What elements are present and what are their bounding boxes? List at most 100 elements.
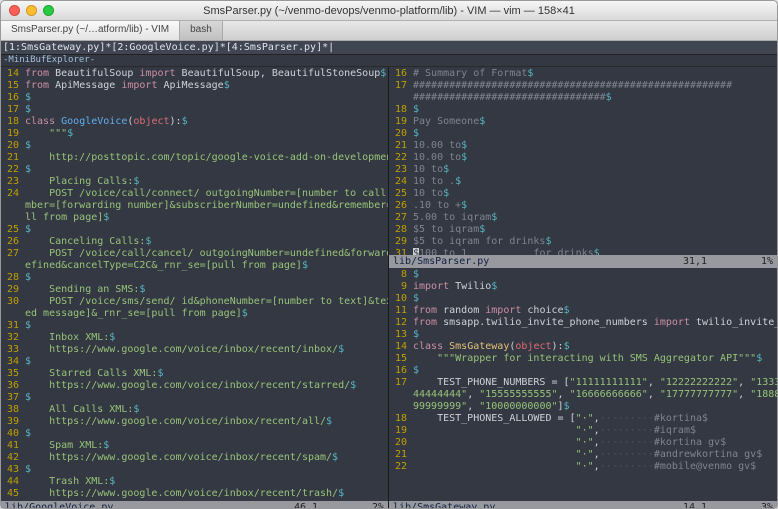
code-line: 32 Inbox XML:$ bbox=[1, 332, 388, 344]
code-line: 35 Starred Calls XML:$ bbox=[1, 368, 388, 380]
code-line: 44444444", "15555555555", "16666666666",… bbox=[389, 389, 777, 401]
line-number: 32 bbox=[1, 332, 25, 344]
pane-right: 16# Summary of Format$17################… bbox=[389, 67, 777, 508]
line-text: """$ bbox=[25, 128, 388, 140]
line-number: 19 bbox=[389, 425, 413, 437]
code-line: 29 Sending an SMS:$ bbox=[1, 284, 388, 296]
tab-bash[interactable]: bash bbox=[180, 21, 223, 40]
code-line: 20 "·",·········#kortina gv$ bbox=[389, 437, 777, 449]
line-text: POST /voice/call/cancel/ outgoingNumber=… bbox=[25, 248, 388, 260]
line-number: 26 bbox=[1, 236, 25, 248]
code-line: 17$ bbox=[1, 104, 388, 116]
code-line: 28$ bbox=[1, 272, 388, 284]
code-line: 15from ApiMessage import ApiMessage$ bbox=[1, 80, 388, 92]
line-number: 39 bbox=[1, 416, 25, 428]
line-text: All Calls XML:$ bbox=[25, 404, 388, 416]
code-line: 21 http://posttopic.com/topic/google-voi… bbox=[1, 152, 388, 164]
minimize-icon[interactable] bbox=[26, 5, 37, 16]
line-number: 11 bbox=[389, 305, 413, 317]
zoom-icon[interactable] bbox=[43, 5, 54, 16]
code-googlevoice[interactable]: 14from BeautifulSoup import BeautifulSou… bbox=[1, 67, 388, 501]
code-line: 36 https://www.google.com/voice/inbox/re… bbox=[1, 380, 388, 392]
line-number: 13 bbox=[389, 329, 413, 341]
code-line: 44 Trash XML:$ bbox=[1, 476, 388, 488]
line-number: 38 bbox=[1, 404, 25, 416]
status-file: lib/GoogleVoice.py bbox=[5, 502, 294, 508]
line-text: 10 to$ bbox=[413, 188, 777, 200]
titlebar[interactable]: SmsParser.py (~/venmo-devops/venmo-platf… bbox=[1, 1, 777, 21]
line-text: $ bbox=[413, 269, 777, 281]
line-text: "·",·········#iqram$ bbox=[413, 425, 777, 437]
status-pos: 46,1 bbox=[294, 502, 354, 508]
traffic-lights bbox=[9, 5, 54, 16]
code-line: 21 "·",·········#andrewkortina gv$ bbox=[389, 449, 777, 461]
code-smsparser[interactable]: 16# Summary of Format$17################… bbox=[389, 67, 777, 255]
terminal-content[interactable]: [1:SmsGateway.py]*[2:GoogleVoice.py]*[4:… bbox=[1, 41, 777, 508]
buffer-list: [1:SmsGateway.py]*[2:GoogleVoice.py]*[4:… bbox=[1, 41, 777, 55]
line-text: ll from page]$ bbox=[25, 212, 388, 224]
tab-vim[interactable]: SmsParser.py (~/…atform/lib) - VIM bbox=[1, 21, 180, 40]
line-number: 17 bbox=[389, 377, 413, 389]
line-text: $ bbox=[25, 140, 388, 152]
line-text: from ApiMessage import ApiMessage$ bbox=[25, 80, 388, 92]
line-text: "·",·········#mobile@venmo gv$ bbox=[413, 461, 777, 473]
line-text: $ bbox=[25, 224, 388, 236]
line-text: .10 to +$ bbox=[413, 200, 777, 212]
line-text: http://posttopic.com/topic/google-voice-… bbox=[25, 152, 388, 164]
line-text: 10 to .$ bbox=[413, 176, 777, 188]
line-text: Trash XML:$ bbox=[25, 476, 388, 488]
line-number: 15 bbox=[1, 80, 25, 92]
line-text: $ bbox=[25, 104, 388, 116]
line-number: 27 bbox=[1, 248, 25, 260]
code-line: 33 https://www.google.com/voice/inbox/re… bbox=[1, 344, 388, 356]
line-text: https://www.google.com/voice/inbox/recen… bbox=[25, 452, 388, 464]
code-line: 30 POST /voice/sms/send/ id&phoneNumber=… bbox=[1, 296, 388, 308]
code-line: 18 TEST_PHONES_ALLOWED = ["·",·········#… bbox=[389, 413, 777, 425]
line-number: 25 bbox=[389, 188, 413, 200]
line-text: TEST_PHONES_ALLOWED = ["·",·········#kor… bbox=[413, 413, 777, 425]
code-line: 2110.00 to$ bbox=[389, 140, 777, 152]
line-number: 16 bbox=[389, 365, 413, 377]
line-number: 19 bbox=[1, 128, 25, 140]
code-line: 16$ bbox=[389, 365, 777, 377]
line-number: 21 bbox=[1, 152, 25, 164]
code-line: 19 "·",·········#iqram$ bbox=[389, 425, 777, 437]
line-number: 20 bbox=[389, 128, 413, 140]
line-text: import Twilio$ bbox=[413, 281, 777, 293]
line-text: efined&cancelType=C2C&_rnr_se=[pull from… bbox=[25, 260, 388, 272]
line-number bbox=[1, 308, 25, 320]
pane-left[interactable]: 14from BeautifulSoup import BeautifulSou… bbox=[1, 67, 389, 508]
code-line: 11from random import choice$ bbox=[389, 305, 777, 317]
line-number: 44 bbox=[1, 476, 25, 488]
code-line: 17 TEST_PHONE_NUMBERS = ["11111111111", … bbox=[389, 377, 777, 389]
line-number: 16 bbox=[389, 68, 413, 80]
line-text: 99999999", "10000000000"]$ bbox=[413, 401, 777, 413]
line-text: ################################$ bbox=[413, 92, 777, 104]
line-number bbox=[389, 92, 413, 104]
line-text: $ bbox=[25, 356, 388, 368]
status-pct: 3% bbox=[743, 502, 773, 508]
code-line: 23 Placing Calls:$ bbox=[1, 176, 388, 188]
code-line: 14class SmsGateway(object):$ bbox=[389, 341, 777, 353]
code-line: 14from BeautifulSoup import BeautifulSou… bbox=[1, 68, 388, 80]
terminal-window: SmsParser.py (~/venmo-devops/venmo-platf… bbox=[0, 0, 778, 509]
line-text: Canceling Calls:$ bbox=[25, 236, 388, 248]
line-text: from random import choice$ bbox=[413, 305, 777, 317]
code-line: 13$ bbox=[389, 329, 777, 341]
code-line: 29$5 to iqram for drinks$ bbox=[389, 236, 777, 248]
pane-right-top[interactable]: 16# Summary of Format$17################… bbox=[389, 67, 777, 268]
line-number: 22 bbox=[1, 164, 25, 176]
line-text: Spam XML:$ bbox=[25, 440, 388, 452]
close-icon[interactable] bbox=[9, 5, 20, 16]
line-number: 37 bbox=[1, 392, 25, 404]
pane-right-bottom[interactable]: 8$9import Twilio$10$11from random import… bbox=[389, 268, 777, 508]
code-line: 40$ bbox=[1, 428, 388, 440]
code-smsgateway[interactable]: 8$9import Twilio$10$11from random import… bbox=[389, 268, 777, 501]
code-line: 37$ bbox=[1, 392, 388, 404]
code-line: 20$ bbox=[1, 140, 388, 152]
code-line: 16$ bbox=[1, 92, 388, 104]
line-text: $ bbox=[413, 104, 777, 116]
line-text: $ bbox=[413, 293, 777, 305]
line-text: https://www.google.com/voice/inbox/recen… bbox=[25, 416, 388, 428]
minibuf-explorer: -MiniBufExplorer- bbox=[1, 55, 777, 67]
